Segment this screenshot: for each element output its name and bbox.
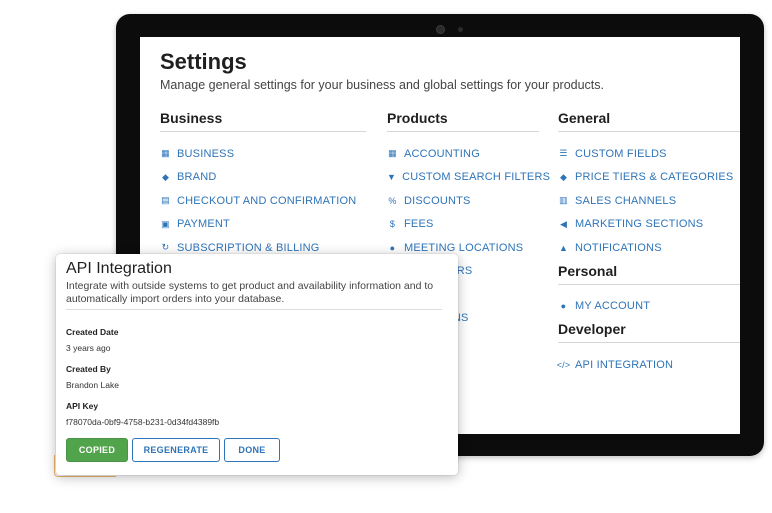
dialog-divider bbox=[66, 309, 442, 310]
link-label: FEES bbox=[404, 218, 434, 231]
megaphone-icon: ◀ bbox=[559, 218, 568, 229]
link-price-tiers[interactable]: ◆ PRICE TIERS & CATEGORIES bbox=[558, 166, 740, 190]
link-payment[interactable]: ▣ PAYMENT bbox=[160, 213, 366, 237]
list-icon: ☰ bbox=[559, 148, 568, 159]
link-fees[interactable]: $ FEES bbox=[387, 213, 539, 237]
link-label: ACCOUNTING bbox=[404, 147, 480, 160]
link-label: NOTIFICATIONS bbox=[575, 241, 662, 254]
dollar-icon: $ bbox=[389, 219, 396, 230]
filter-icon: ▼ bbox=[387, 172, 397, 183]
created-date-label: Created Date bbox=[66, 327, 119, 337]
developer-links: </> API INTEGRATION bbox=[556, 353, 740, 377]
link-sales-channels[interactable]: ▥ SALES CHANNELS bbox=[558, 189, 740, 213]
link-label: DISCOUNTS bbox=[404, 194, 471, 207]
map-pin-icon: ● bbox=[389, 242, 396, 253]
tags-icon: ◆ bbox=[559, 171, 568, 182]
link-label: PRICE TIERS & CATEGORIES bbox=[575, 171, 734, 184]
building-icon: ▦ bbox=[161, 148, 170, 159]
cart-icon: ▤ bbox=[161, 195, 170, 206]
link-label: SALES CHANNELS bbox=[575, 194, 677, 207]
business-links: ▦ BUSINESS ◆ BRAND ▤ CHECKOUT AND CONFIR… bbox=[160, 142, 366, 260]
link-label: PAYMENT bbox=[177, 218, 230, 231]
personal-links: ● MY ACCOUNT bbox=[558, 295, 740, 319]
business-heading: Business bbox=[160, 110, 366, 132]
api-key-label: API Key bbox=[66, 401, 99, 411]
products-heading: Products bbox=[387, 110, 539, 132]
copied-button[interactable]: COPIED bbox=[66, 438, 128, 462]
api-integration-dialog: API Integration Integrate with outside s… bbox=[56, 254, 458, 475]
link-api-integration[interactable]: </> API INTEGRATION bbox=[556, 353, 740, 377]
done-button[interactable]: DONE bbox=[224, 438, 280, 462]
link-label: CHECKOUT AND CONFIRMATION bbox=[177, 194, 357, 207]
link-label: CUSTOM SEARCH FILTERS bbox=[402, 171, 551, 184]
calculator-icon: ▦ bbox=[388, 148, 397, 159]
tag-icon: ◆ bbox=[161, 171, 170, 182]
link-discounts[interactable]: % DISCOUNTS bbox=[387, 189, 539, 213]
link-marketing-sections[interactable]: ◀ MARKETING SECTIONS bbox=[558, 213, 740, 237]
created-date-value: 3 years ago bbox=[66, 343, 111, 353]
link-accounting[interactable]: ▦ ACCOUNTING bbox=[387, 142, 539, 166]
link-label: SUBSCRIPTION & BILLING bbox=[177, 241, 320, 254]
camera-icon bbox=[436, 25, 445, 34]
link-business[interactable]: ▦ BUSINESS bbox=[160, 142, 366, 166]
general-section: General ☰ CUSTOM FIELDS ◆ PRICE TIERS & … bbox=[556, 110, 740, 377]
code-icon: </> bbox=[556, 359, 571, 370]
link-label: CUSTOM FIELDS bbox=[575, 147, 667, 160]
regenerate-button[interactable]: REGENERATE bbox=[132, 438, 220, 462]
link-brand[interactable]: ◆ BRAND bbox=[160, 166, 366, 190]
percent-icon: % bbox=[388, 195, 397, 206]
dialog-title: API Integration bbox=[66, 260, 172, 277]
link-label: BUSINESS bbox=[177, 147, 235, 160]
link-label: MEETING LOCATIONS bbox=[404, 241, 524, 254]
business-section: Business ▦ BUSINESS ◆ BRAND ▤ CHECKOUT A… bbox=[160, 110, 366, 260]
refresh-icon: ↻ bbox=[161, 242, 170, 253]
sensor-dot bbox=[458, 27, 463, 32]
link-label: MY ACCOUNT bbox=[575, 300, 651, 313]
link-notifications[interactable]: ▲ NOTIFICATIONS bbox=[558, 236, 740, 260]
api-key-value[interactable]: f78070da-0bf9-4758-b231-0d34fd4389fb bbox=[66, 417, 219, 427]
link-checkout[interactable]: ▤ CHECKOUT AND CONFIRMATION bbox=[160, 189, 366, 213]
general-links: ☰ CUSTOM FIELDS ◆ PRICE TIERS & CATEGORI… bbox=[558, 142, 740, 260]
page-title: Settings bbox=[160, 49, 247, 74]
general-heading: General bbox=[558, 110, 740, 132]
link-custom-fields[interactable]: ☰ CUSTOM FIELDS bbox=[558, 142, 740, 166]
link-label: MARKETING SECTIONS bbox=[575, 218, 704, 231]
user-icon: ● bbox=[560, 301, 567, 312]
money-icon: ▣ bbox=[161, 218, 170, 229]
developer-heading: Developer bbox=[558, 321, 740, 343]
link-label: BRAND bbox=[177, 171, 217, 184]
link-custom-search-filters[interactable]: ▼ CUSTOM SEARCH FILTERS bbox=[387, 166, 550, 190]
bell-icon: ▲ bbox=[558, 242, 569, 253]
personal-heading: Personal bbox=[558, 263, 740, 285]
link-my-account[interactable]: ● MY ACCOUNT bbox=[558, 295, 740, 319]
dialog-description: Integrate with outside systems to get pr… bbox=[66, 280, 434, 305]
link-label: API INTEGRATION bbox=[575, 358, 674, 371]
bar-chart-icon: ▥ bbox=[559, 195, 568, 206]
created-by-label: Created By bbox=[66, 364, 111, 374]
page-subtitle: Manage general settings for your busines… bbox=[160, 78, 605, 92]
created-by-value: Brandon Lake bbox=[66, 380, 119, 390]
